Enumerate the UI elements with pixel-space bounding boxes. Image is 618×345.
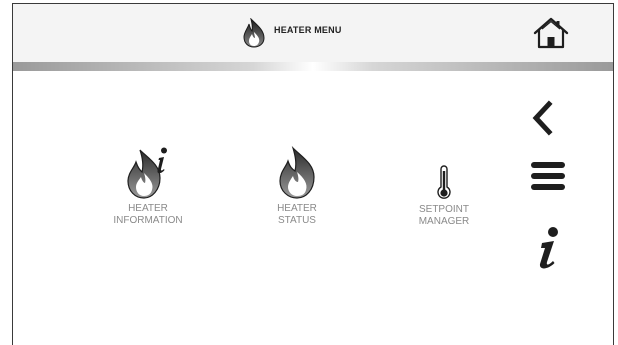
- chevron-left-icon: [532, 100, 553, 136]
- hamburger-menu-icon: [531, 162, 565, 190]
- heater-menu-screen: HEATER MENU HEATER INFORMATION HEATER ST…: [0, 0, 618, 345]
- setpoint-manager-button[interactable]: SETPOINT MANAGER: [404, 165, 484, 228]
- flame-icon: [243, 18, 265, 48]
- back-button[interactable]: [531, 100, 553, 136]
- heater-information-label: HEATER INFORMATION: [113, 203, 183, 226]
- info-icon: [539, 227, 558, 269]
- info-button[interactable]: [532, 226, 562, 272]
- main-menu-button[interactable]: [530, 160, 566, 192]
- page-title-group: HEATER MENU: [242, 18, 342, 48]
- home-button[interactable]: [532, 16, 570, 50]
- setpoint-manager-label: SETPOINT MANAGER: [418, 204, 470, 227]
- frame-right-border: [613, 3, 614, 345]
- thermometer-icon: [437, 165, 451, 199]
- flame-icon: [279, 146, 315, 199]
- heater-information-button[interactable]: HEATER INFORMATION: [108, 146, 188, 227]
- header-divider: [13, 62, 613, 71]
- flame-info-icon: [127, 147, 167, 199]
- heater-status-label: HEATER STATUS: [277, 203, 317, 226]
- header-bar: HEATER MENU: [13, 4, 613, 62]
- heater-status-button[interactable]: HEATER STATUS: [262, 146, 332, 227]
- home-icon: [533, 17, 569, 49]
- page-title: HEATER MENU: [274, 25, 342, 35]
